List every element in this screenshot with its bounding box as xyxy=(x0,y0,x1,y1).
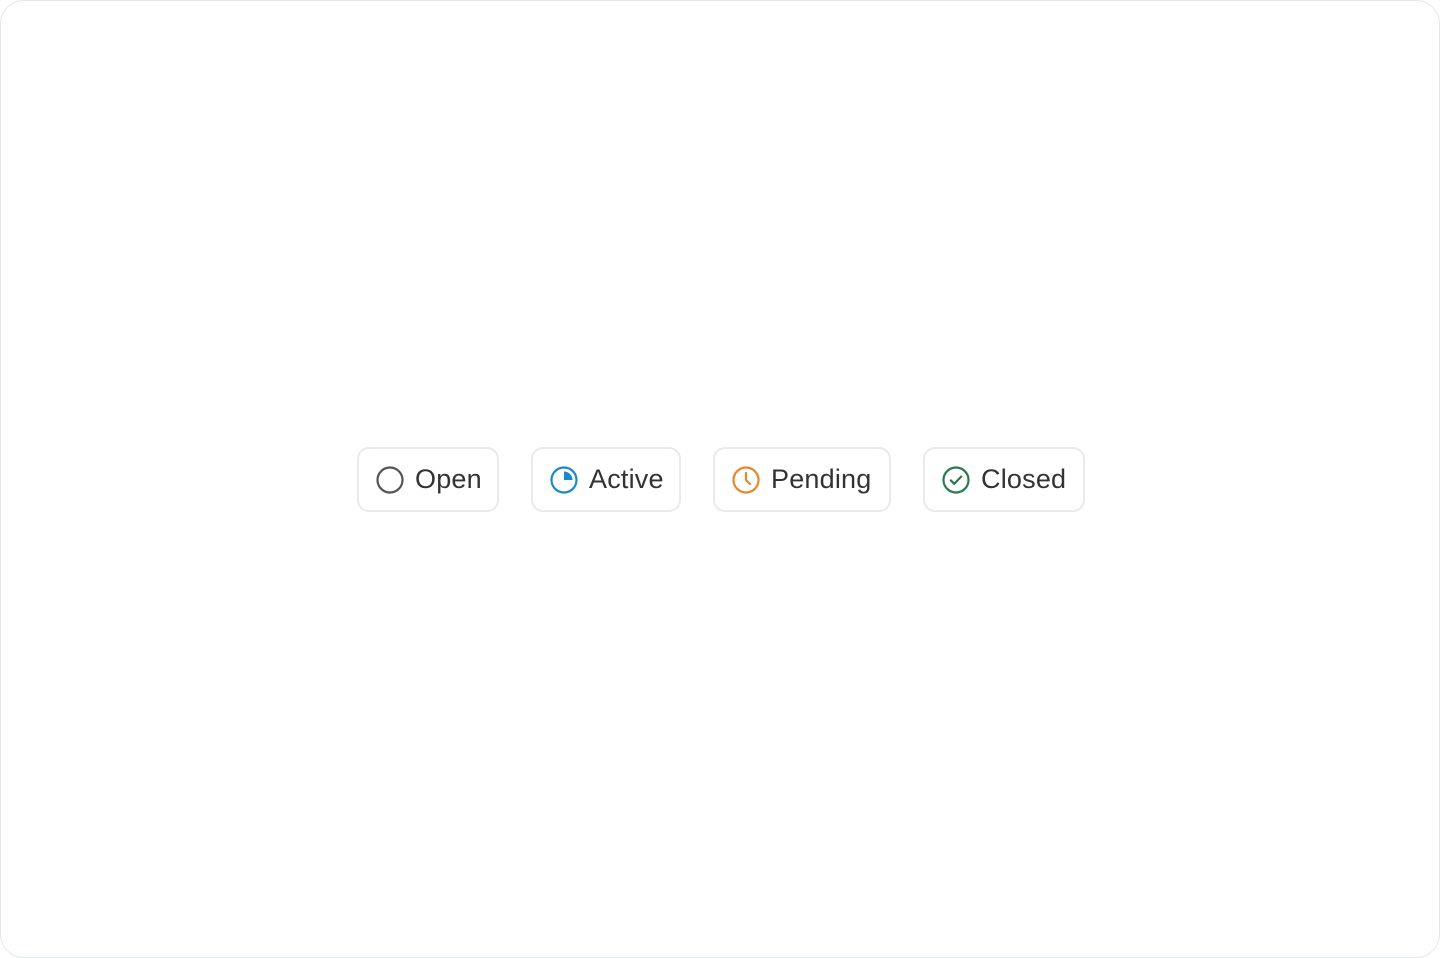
status-badge-pending[interactable]: Pending xyxy=(713,447,891,512)
status-badge-label: Closed xyxy=(981,464,1067,494)
progress-pie-icon xyxy=(549,465,579,495)
clock-icon xyxy=(731,465,761,495)
check-circle-icon xyxy=(941,465,971,495)
status-badge-label: Pending xyxy=(771,464,872,494)
status-badge-label: Active xyxy=(589,464,664,494)
circle-outline-icon xyxy=(375,465,405,495)
status-badge-open[interactable]: Open xyxy=(357,447,499,512)
status-badge-row: Open Active Pending Closed xyxy=(357,447,1085,512)
status-badge-closed[interactable]: Closed xyxy=(923,447,1085,512)
status-badge-label: Open xyxy=(415,464,482,494)
status-badge-active[interactable]: Active xyxy=(531,447,681,512)
app-frame: Open Active Pending Closed xyxy=(0,0,1440,958)
